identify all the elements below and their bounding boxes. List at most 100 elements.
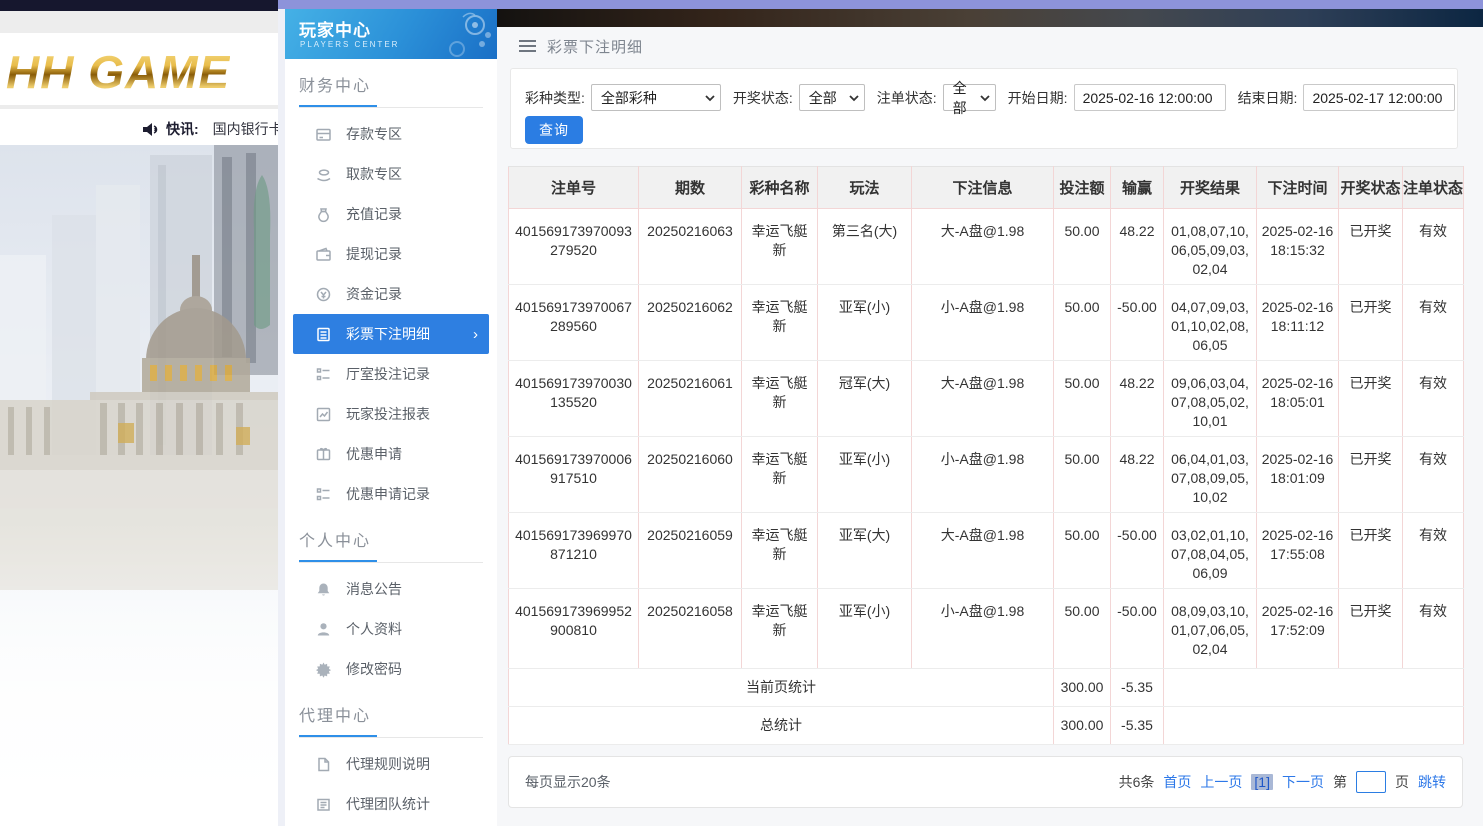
cell-order-status: 有效 <box>1403 513 1464 589</box>
cell-bet-info: 小-A盘@1.98 <box>912 437 1054 513</box>
sidebar-item-recharge-records[interactable]: 充值记录 <box>285 194 497 234</box>
sidebar-title: 玩家中心 <box>299 16 371 41</box>
sidebar-header: 玩家中心 PLAYERS CENTER <box>285 9 497 59</box>
chevron-down-icon <box>849 95 859 102</box>
cell-play: 冠军(大) <box>818 361 912 437</box>
cell-period: 20250216061 <box>639 361 742 437</box>
cell-order-id: 401569173970006917510 <box>509 437 639 513</box>
sidebar-item-messages[interactable]: 消息公告 <box>285 569 497 609</box>
sidebar-item-withdraw[interactable]: 取款专区 <box>285 154 497 194</box>
ticker-label: 快讯: <box>166 119 199 139</box>
screen: HH GAME 快讯: 国内银行卡 <box>0 0 1483 826</box>
filter-panel: 彩种类型: 全部彩种 开奖状态: 全部 注单状态: 全部 <box>510 68 1458 149</box>
cell-time: 2025-02-16 18:15:32 <box>1257 209 1339 285</box>
cell-period: 20250216058 <box>639 589 742 669</box>
search-button[interactable]: 查询 <box>525 116 583 144</box>
page-summary-amount: 300.00 <box>1054 669 1111 707</box>
sidebar-item-fund-records[interactable]: 资金记录 <box>285 274 497 314</box>
background-site: HH GAME 快讯: 国内银行卡 <box>0 0 278 826</box>
cell-result: 09,06,03,04,07,08,05,02,10,01 <box>1164 361 1257 437</box>
bell-icon <box>315 581 332 598</box>
next-page-link[interactable]: 下一页 <box>1282 772 1324 792</box>
col-winloss: 输赢 <box>1111 167 1164 209</box>
prev-page-link[interactable]: 上一页 <box>1200 772 1242 792</box>
cell-lottery: 幸运飞艇新 <box>742 437 818 513</box>
coin-icon <box>315 286 332 303</box>
cell-play: 亚军(大) <box>818 513 912 589</box>
cell-time: 2025-02-16 17:55:08 <box>1257 513 1339 589</box>
order-status-label: 注单状态: <box>877 88 937 108</box>
sidebar-item-agent-rules[interactable]: 代理规则说明 <box>285 744 497 784</box>
end-date-input[interactable] <box>1303 84 1455 111</box>
cell-winloss: 48.22 <box>1111 209 1164 285</box>
cell-winloss: 48.22 <box>1111 437 1164 513</box>
sidebar-item-profile[interactable]: 个人资料 <box>285 609 497 649</box>
cell-play: 第三名(大) <box>818 209 912 285</box>
lottery-type-select[interactable]: 全部彩种 <box>591 84 721 111</box>
end-date-label: 结束日期: <box>1238 88 1298 108</box>
cell-result: 06,04,01,03,07,08,09,05,10,02 <box>1164 437 1257 513</box>
cell-amount: 50.00 <box>1054 513 1111 589</box>
cell-winloss: -50.00 <box>1111 513 1164 589</box>
gear-icon <box>315 661 332 678</box>
sidebar-item-change-password[interactable]: 修改密码 <box>285 649 497 689</box>
page-jump-input[interactable] <box>1356 771 1386 793</box>
order-status-select[interactable]: 全部 <box>943 84 996 111</box>
cell-bet-info: 大-A盘@1.98 <box>912 513 1054 589</box>
total-count: 共6条 <box>1119 772 1155 792</box>
sidebar-item-hall-bet-records[interactable]: 厅室投注记录 <box>285 354 497 394</box>
cell-draw-status: 已开奖 <box>1339 285 1403 361</box>
draw-status-label: 开奖状态: <box>733 88 793 108</box>
cell-draw-status: 已开奖 <box>1339 513 1403 589</box>
sidebar-item-player-bet-report[interactable]: 玩家投注报表 <box>285 394 497 434</box>
col-result: 开奖结果 <box>1164 167 1257 209</box>
cell-time: 2025-02-16 17:52:09 <box>1257 589 1339 669</box>
jump-go-link[interactable]: 跳转 <box>1418 772 1446 792</box>
cell-winloss: -50.00 <box>1111 285 1164 361</box>
col-order-status: 注单状态 <box>1403 167 1464 209</box>
page-title: 彩票下注明细 <box>547 36 643 57</box>
page-summary-row: 当前页统计 300.00 -5.35 <box>509 669 1464 707</box>
total-summary-amount: 300.00 <box>1054 707 1111 745</box>
cell-result: 04,07,09,03,01,10,02,08,06,05 <box>1164 285 1257 361</box>
start-date-input[interactable] <box>1074 84 1226 111</box>
sidebar-item-deposit[interactable]: 存款专区 <box>285 114 497 154</box>
cell-play: 亚军(小) <box>818 589 912 669</box>
cell-time: 2025-02-16 18:01:09 <box>1257 437 1339 513</box>
ticker-text: 国内银行卡 <box>213 119 283 139</box>
menu-icon[interactable] <box>519 37 536 55</box>
section-personal: 个人中心 <box>299 527 483 563</box>
cell-amount: 50.00 <box>1054 589 1111 669</box>
main-content: 彩票下注明细 彩种类型: 全部彩种 开奖状态: 全部 注单状态: <box>497 9 1483 826</box>
record-list-icon <box>315 486 332 503</box>
first-page-link[interactable]: 首页 <box>1163 772 1191 792</box>
col-amount: 投注额 <box>1054 167 1111 209</box>
cell-amount: 50.00 <box>1054 437 1111 513</box>
withdraw-hand-icon <box>315 166 332 183</box>
cell-lottery: 幸运飞艇新 <box>742 285 818 361</box>
sidebar-item-agent-team-stats[interactable]: 代理团队统计 <box>285 784 497 824</box>
sidebar-item-promo-apply[interactable]: 优惠申请 <box>285 434 497 474</box>
page-summary-label: 当前页统计 <box>509 669 1054 707</box>
sidebar: 玩家中心 PLAYERS CENTER 财务中心 存款专区 <box>285 9 497 826</box>
cell-order-status: 有效 <box>1403 285 1464 361</box>
table-row: 401569173969952900810 20250216058 幸运飞艇新 … <box>509 589 1464 669</box>
sidebar-item-promo-apply-records[interactable]: 优惠申请记录 <box>285 474 497 514</box>
sidebar-item-lottery-bet-details[interactable]: 彩票下注明细 › <box>293 314 489 354</box>
cell-draw-status: 已开奖 <box>1339 437 1403 513</box>
site-logo: HH GAME <box>6 45 230 99</box>
cell-period: 20250216059 <box>639 513 742 589</box>
news-ticker: 快讯: 国内银行卡 <box>0 113 278 145</box>
sidebar-item-withdrawal-records[interactable]: 提现记录 <box>285 234 497 274</box>
col-play: 玩法 <box>818 167 912 209</box>
coupon-icon <box>315 446 332 463</box>
background-topbar <box>0 0 278 11</box>
table-row: 401569173969970871210 20250216059 幸运飞艇新 … <box>509 513 1464 589</box>
cell-order-id: 401569173970067289560 <box>509 285 639 361</box>
moneybag-icon <box>315 206 332 223</box>
cell-order-status: 有效 <box>1403 437 1464 513</box>
draw-status-select[interactable]: 全部 <box>799 84 865 111</box>
gamepad-icon <box>435 11 493 57</box>
chevron-down-icon <box>980 95 990 102</box>
chevron-down-icon <box>705 95 715 102</box>
